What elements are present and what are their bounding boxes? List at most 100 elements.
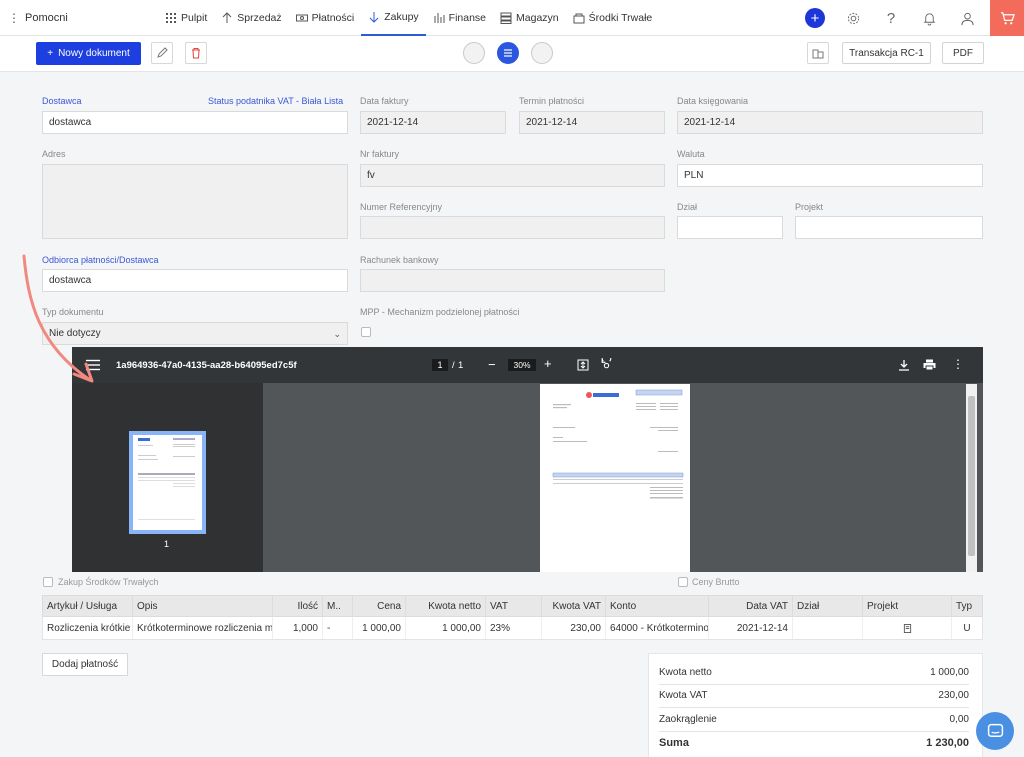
pdf-button[interactable]: PDF: [942, 42, 984, 64]
edit-button[interactable]: [151, 42, 173, 64]
delete-button[interactable]: [185, 42, 207, 64]
step-2-active[interactable]: [497, 42, 519, 64]
data-ksiegowania-input[interactable]: 2021-12-14: [677, 111, 983, 134]
fit-page-icon[interactable]: [577, 359, 589, 371]
page-thumbnail[interactable]: [129, 431, 206, 534]
pdf-zoom-input[interactable]: 30%: [508, 359, 536, 371]
col-cena[interactable]: Cena: [353, 596, 406, 616]
plus-icon: +: [805, 8, 825, 28]
download-icon[interactable]: [898, 359, 910, 371]
cell-artykul[interactable]: Rozliczenia krótkie: [43, 617, 133, 639]
projekt-select[interactable]: [795, 216, 983, 239]
kebab-menu-icon[interactable]: ⋮: [8, 11, 20, 25]
numer-ref-input[interactable]: [360, 216, 665, 239]
cell-cena[interactable]: 1 000,00: [353, 617, 406, 639]
rotate-icon[interactable]: [600, 358, 613, 371]
add-payment-button[interactable]: Dodaj płatność: [42, 653, 128, 676]
print-icon[interactable]: [923, 359, 936, 371]
pdf-page-input[interactable]: 1: [432, 359, 448, 371]
cell-opis[interactable]: Krótkoterminowe rozliczenia mi: [133, 617, 273, 639]
table-row[interactable]: Rozliczenia krótkie Krótkoterminowe rozl…: [42, 617, 983, 640]
col-vat[interactable]: VAT: [486, 596, 542, 616]
suma-value: 1 230,00: [926, 737, 969, 749]
col-data-vat[interactable]: Data VAT: [709, 596, 793, 616]
col-kwota-netto[interactable]: Kwota netto: [406, 596, 486, 616]
header-actions: + ?: [796, 0, 1024, 36]
summary-netto: Kwota netto 1 000,00: [659, 667, 969, 678]
cell-data-vat[interactable]: 2021-12-14: [709, 617, 793, 639]
cart-button[interactable]: [990, 0, 1024, 36]
nav-label: Środki Trwałe: [588, 12, 653, 24]
col-typ[interactable]: Typ: [952, 596, 982, 616]
nav-label: Magazyn: [516, 12, 559, 24]
zoom-out-icon[interactable]: −: [488, 357, 496, 372]
zoom-in-icon[interactable]: +: [544, 356, 552, 371]
col-dzial[interactable]: Dział: [793, 596, 863, 616]
col-opis[interactable]: Opis: [133, 596, 273, 616]
nav-item-zakupy[interactable]: Zakupy: [361, 0, 426, 36]
chevron-down-icon: ⌄: [333, 329, 341, 339]
dostawca-label: Dostawca: [42, 96, 82, 106]
settings-button[interactable]: [834, 0, 872, 36]
pencil-icon: [157, 47, 168, 58]
new-document-button[interactable]: + Nowy dokument: [36, 42, 141, 65]
mpp-checkbox[interactable]: [361, 327, 371, 337]
cell-konto[interactable]: 64000 - Krótkotermino: [606, 617, 709, 639]
zakup-st-checkbox[interactable]: [43, 577, 53, 587]
buildings-button[interactable]: [807, 42, 829, 64]
list-icon: [504, 49, 512, 57]
col-ilosc[interactable]: Ilość: [273, 596, 323, 616]
col-artykul[interactable]: Artykuł / Usługa: [43, 596, 133, 616]
nav-label: Zakupy: [384, 11, 419, 23]
transakcja-button[interactable]: Transakcja RC-1: [842, 42, 931, 64]
nr-faktury-input[interactable]: fv: [360, 164, 665, 187]
nav-item-pulpit[interactable]: Pulpit: [158, 0, 214, 36]
waluta-select[interactable]: PLN: [677, 164, 983, 187]
pdf-page-total: 1: [458, 360, 464, 371]
data-faktury-label: Data faktury: [360, 96, 409, 106]
dzial-select[interactable]: [677, 216, 783, 239]
col-miara[interactable]: M..: [323, 596, 353, 616]
scroll-thumb[interactable]: [968, 396, 975, 556]
money-icon: [295, 14, 308, 22]
cell-dzial[interactable]: [793, 617, 863, 639]
cell-projekt[interactable]: [863, 617, 952, 639]
notifications-button[interactable]: [910, 0, 948, 36]
dostawca-input[interactable]: dostawca: [42, 111, 348, 134]
add-button[interactable]: +: [796, 0, 834, 36]
status-vat-link[interactable]: Status podatnika VAT - Biała Lista: [208, 96, 343, 106]
more-vertical-icon[interactable]: ⋮: [952, 357, 964, 371]
rachunek-label: Rachunek bankowy: [360, 255, 439, 265]
document-icon[interactable]: [903, 623, 912, 633]
nav-item-finanse[interactable]: Finanse: [426, 0, 493, 36]
step-1[interactable]: [463, 42, 485, 64]
pdf-scrollbar[interactable]: [966, 384, 977, 572]
cell-miara[interactable]: -: [323, 617, 353, 639]
ceny-brutto-checkbox[interactable]: [678, 577, 688, 587]
col-projekt[interactable]: Projekt: [863, 596, 952, 616]
step-3[interactable]: [531, 42, 553, 64]
zaokraglenie-value[interactable]: 0,00: [950, 714, 969, 725]
numer-ref-label: Numer Referencyjny: [360, 202, 443, 212]
summary-suma: Suma 1 230,00: [659, 737, 969, 749]
cell-kwota-vat[interactable]: 230,00: [542, 617, 606, 639]
nav-item-platnosci[interactable]: Płatności: [289, 0, 362, 36]
cell-ilosc[interactable]: 1,000: [273, 617, 323, 639]
nav-item-srodki-trwale[interactable]: Środki Trwałe: [566, 0, 660, 36]
adres-textarea[interactable]: [42, 164, 348, 239]
brand[interactable]: ⋮ Pomocni: [8, 11, 68, 25]
user-button[interactable]: [948, 0, 986, 36]
cell-vat[interactable]: 23%: [486, 617, 542, 639]
help-button[interactable]: ?: [872, 0, 910, 36]
cell-typ[interactable]: U: [952, 617, 982, 639]
cell-kwota-netto[interactable]: 1 000,00: [406, 617, 486, 639]
nav-item-magazyn[interactable]: Magazyn: [493, 0, 566, 36]
data-faktury-input[interactable]: 2021-12-14: [360, 111, 506, 134]
col-konto[interactable]: Konto: [606, 596, 709, 616]
rachunek-input[interactable]: [360, 269, 665, 292]
nav-item-sprzedaz[interactable]: Sprzedaż: [214, 0, 288, 36]
chat-button[interactable]: [976, 712, 1014, 750]
termin-input[interactable]: 2021-12-14: [519, 111, 665, 134]
zakup-st-label: Zakup Środków Trwałych: [58, 577, 159, 587]
col-kwota-vat[interactable]: Kwota VAT: [542, 596, 606, 616]
